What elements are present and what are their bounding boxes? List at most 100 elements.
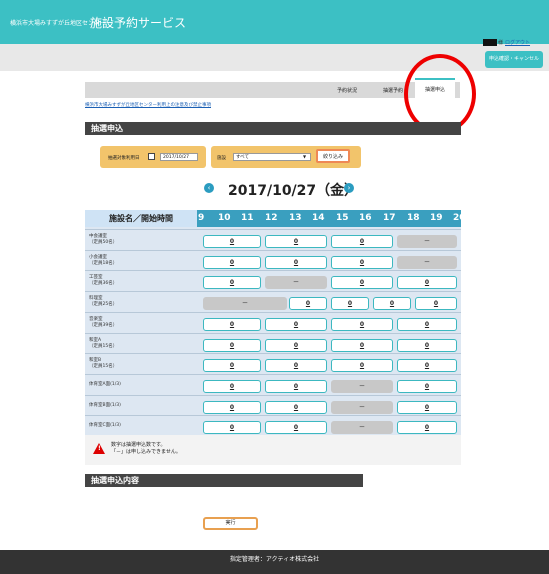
note-line-1: 数字は抽選申込数です。 [111,442,166,448]
rules-link[interactable]: 横浜市大場みすずが丘地区センター利用上の注意及び禁止事項 [85,102,211,108]
facility-capacity: （定員15名） [89,364,118,370]
slot-count[interactable]: 0 [373,297,411,311]
current-date: 2017/10/27（金） [228,183,359,199]
facility-name: 和室B （定員15名） [89,358,117,370]
slot-count[interactable]: 0 [203,276,261,290]
slot-count[interactable]: 0 [265,421,327,435]
table-header: 施設名／開始時間 9 10 11 12 13 14 15 16 17 18 19 20 [85,210,466,227]
user-suffix: 様 [498,40,504,46]
facility-name: 工芸室 （定員36名） [89,275,117,287]
slot-count[interactable]: 0 [331,359,393,373]
facility-label[interactable]: 体育室C面(1/3) [89,423,121,429]
tab-reservation-status[interactable]: 予約状況 [337,87,357,94]
logout-link[interactable]: ログアウト [505,39,530,46]
facility-name: 体育室A面(1/3) [89,382,121,388]
header-facility-time: 施設名／開始時間 [85,210,197,227]
slot-count[interactable]: 0 [397,338,457,352]
hour-14: 14 [312,213,325,223]
slot-count[interactable]: 0 [203,338,261,352]
section-title-contents: 抽選申込内容 [85,474,363,487]
date-navigator: ‹ 2017/10/27（金） › [204,178,359,199]
next-day-icon[interactable]: › [344,183,354,193]
slot-count[interactable]: 0 [265,235,327,248]
date-filter-label: 抽選対象利用日 [108,156,140,161]
facility-label[interactable]: 体育室A面(1/3) [89,382,121,388]
slot-unavailable: － [397,235,457,248]
slot-count[interactable]: 0 [203,379,261,393]
slot-count[interactable]: 0 [397,379,457,393]
date-filter: 抽選対象利用日 2017/10/27 [100,146,206,168]
slot-count[interactable]: 0 [203,317,261,331]
slot-count[interactable]: 0 [397,317,457,331]
facility-label[interactable]: 体育室B面(1/3) [89,403,121,409]
filter-button[interactable]: 絞り込み [316,149,350,163]
slot-count[interactable]: 0 [397,276,457,290]
slot-count[interactable]: 0 [203,421,261,435]
date-input[interactable]: 2017/10/27 [160,153,198,161]
facility-name: 音楽室 （定員39名） [89,317,117,329]
slot-count[interactable]: 0 [265,338,327,352]
note-line-2: 「－」は申し込みできません。 [111,449,181,455]
facility-name: 小会議室 （定員18名） [89,255,117,267]
slot-count[interactable]: 0 [331,235,393,248]
facility-name: 体育室B面(1/3) [89,403,121,409]
slot-count[interactable]: 0 [265,379,327,393]
slot-count[interactable]: 0 [331,255,393,269]
slot-count[interactable]: 0 [331,297,369,311]
slot-count[interactable]: 0 [397,400,457,414]
slot-unavailable: － [331,400,393,414]
slot-count[interactable]: 0 [203,255,261,269]
facility-name: 体育室C面(1/3) [89,423,121,429]
hour-9: 9 [198,213,205,223]
facility-capacity: （定員25名） [89,302,118,308]
facility-capacity: （定員18名） [89,260,118,266]
facility-filter-label: 施設 [217,156,226,161]
slot-count[interactable]: 0 [203,400,261,414]
slot-unavailable: － [331,379,393,393]
chevron-down-icon: ▼ [303,154,307,159]
hour-17: 17 [383,213,396,223]
facility-name: 中会議室 （定員50名） [89,234,117,246]
slot-count[interactable]: 0 [203,235,261,248]
slot-count[interactable]: 0 [265,400,327,414]
facility-capacity: （定員15名） [89,343,118,349]
slot-count[interactable]: 0 [331,317,393,331]
hour-16: 16 [359,213,372,223]
slot-count[interactable]: 0 [289,297,327,311]
user-name-redacted [483,39,497,46]
availability-table: 施設名／開始時間 9 10 11 12 13 14 15 16 17 18 19 20 中会議室 （定員… [85,210,466,435]
facility-select[interactable]: すべて [233,153,311,161]
facility-name: 料理室 （定員25名） [89,296,117,308]
slot-count[interactable]: 0 [415,297,457,311]
calendar-icon[interactable] [148,153,155,160]
cancel-confirm-button[interactable]: 申込確認・キャンセル [485,51,543,68]
slot-unavailable: － [203,297,287,311]
facility-name: 和室A （定員15名） [89,338,117,350]
slot-count[interactable]: 0 [331,276,393,290]
tab-lottery-reserve[interactable]: 抽選予約 [383,87,403,94]
hour-20: 20 [453,213,466,223]
slot-count[interactable]: 0 [203,359,261,373]
app-header: 横浜市大場みすずが丘地区センター 施設予約サービス [0,0,549,44]
submit-button[interactable]: 実行 [203,517,258,530]
slot-unavailable: － [265,276,327,290]
legend-note: ! 数字は抽選申込数です。 「－」は申し込みできません。 [85,435,461,465]
slot-count[interactable]: 0 [265,255,327,269]
slot-count[interactable]: 0 [265,317,327,331]
slot-count[interactable]: 0 [331,338,393,352]
slot-count[interactable]: 0 [265,359,327,373]
prev-day-icon[interactable]: ‹ [204,183,214,193]
hour-12: 12 [265,213,278,223]
footer-operator: 指定管理者：アクティオ株式会社 [0,550,549,574]
section-title-apply: 抽選申込 [85,122,461,135]
slot-count[interactable]: 0 [397,359,457,373]
facility-capacity: （定員36名） [89,281,118,287]
slot-count[interactable]: 0 [397,421,457,435]
slot-unavailable: － [397,255,457,269]
hour-11: 11 [241,213,254,223]
hour-15: 15 [336,213,349,223]
hour-10: 10 [218,213,231,223]
facility-capacity: （定員50名） [89,240,118,245]
service-title: 施設予約サービス [90,16,187,30]
facility-capacity: （定員39名） [89,322,118,328]
